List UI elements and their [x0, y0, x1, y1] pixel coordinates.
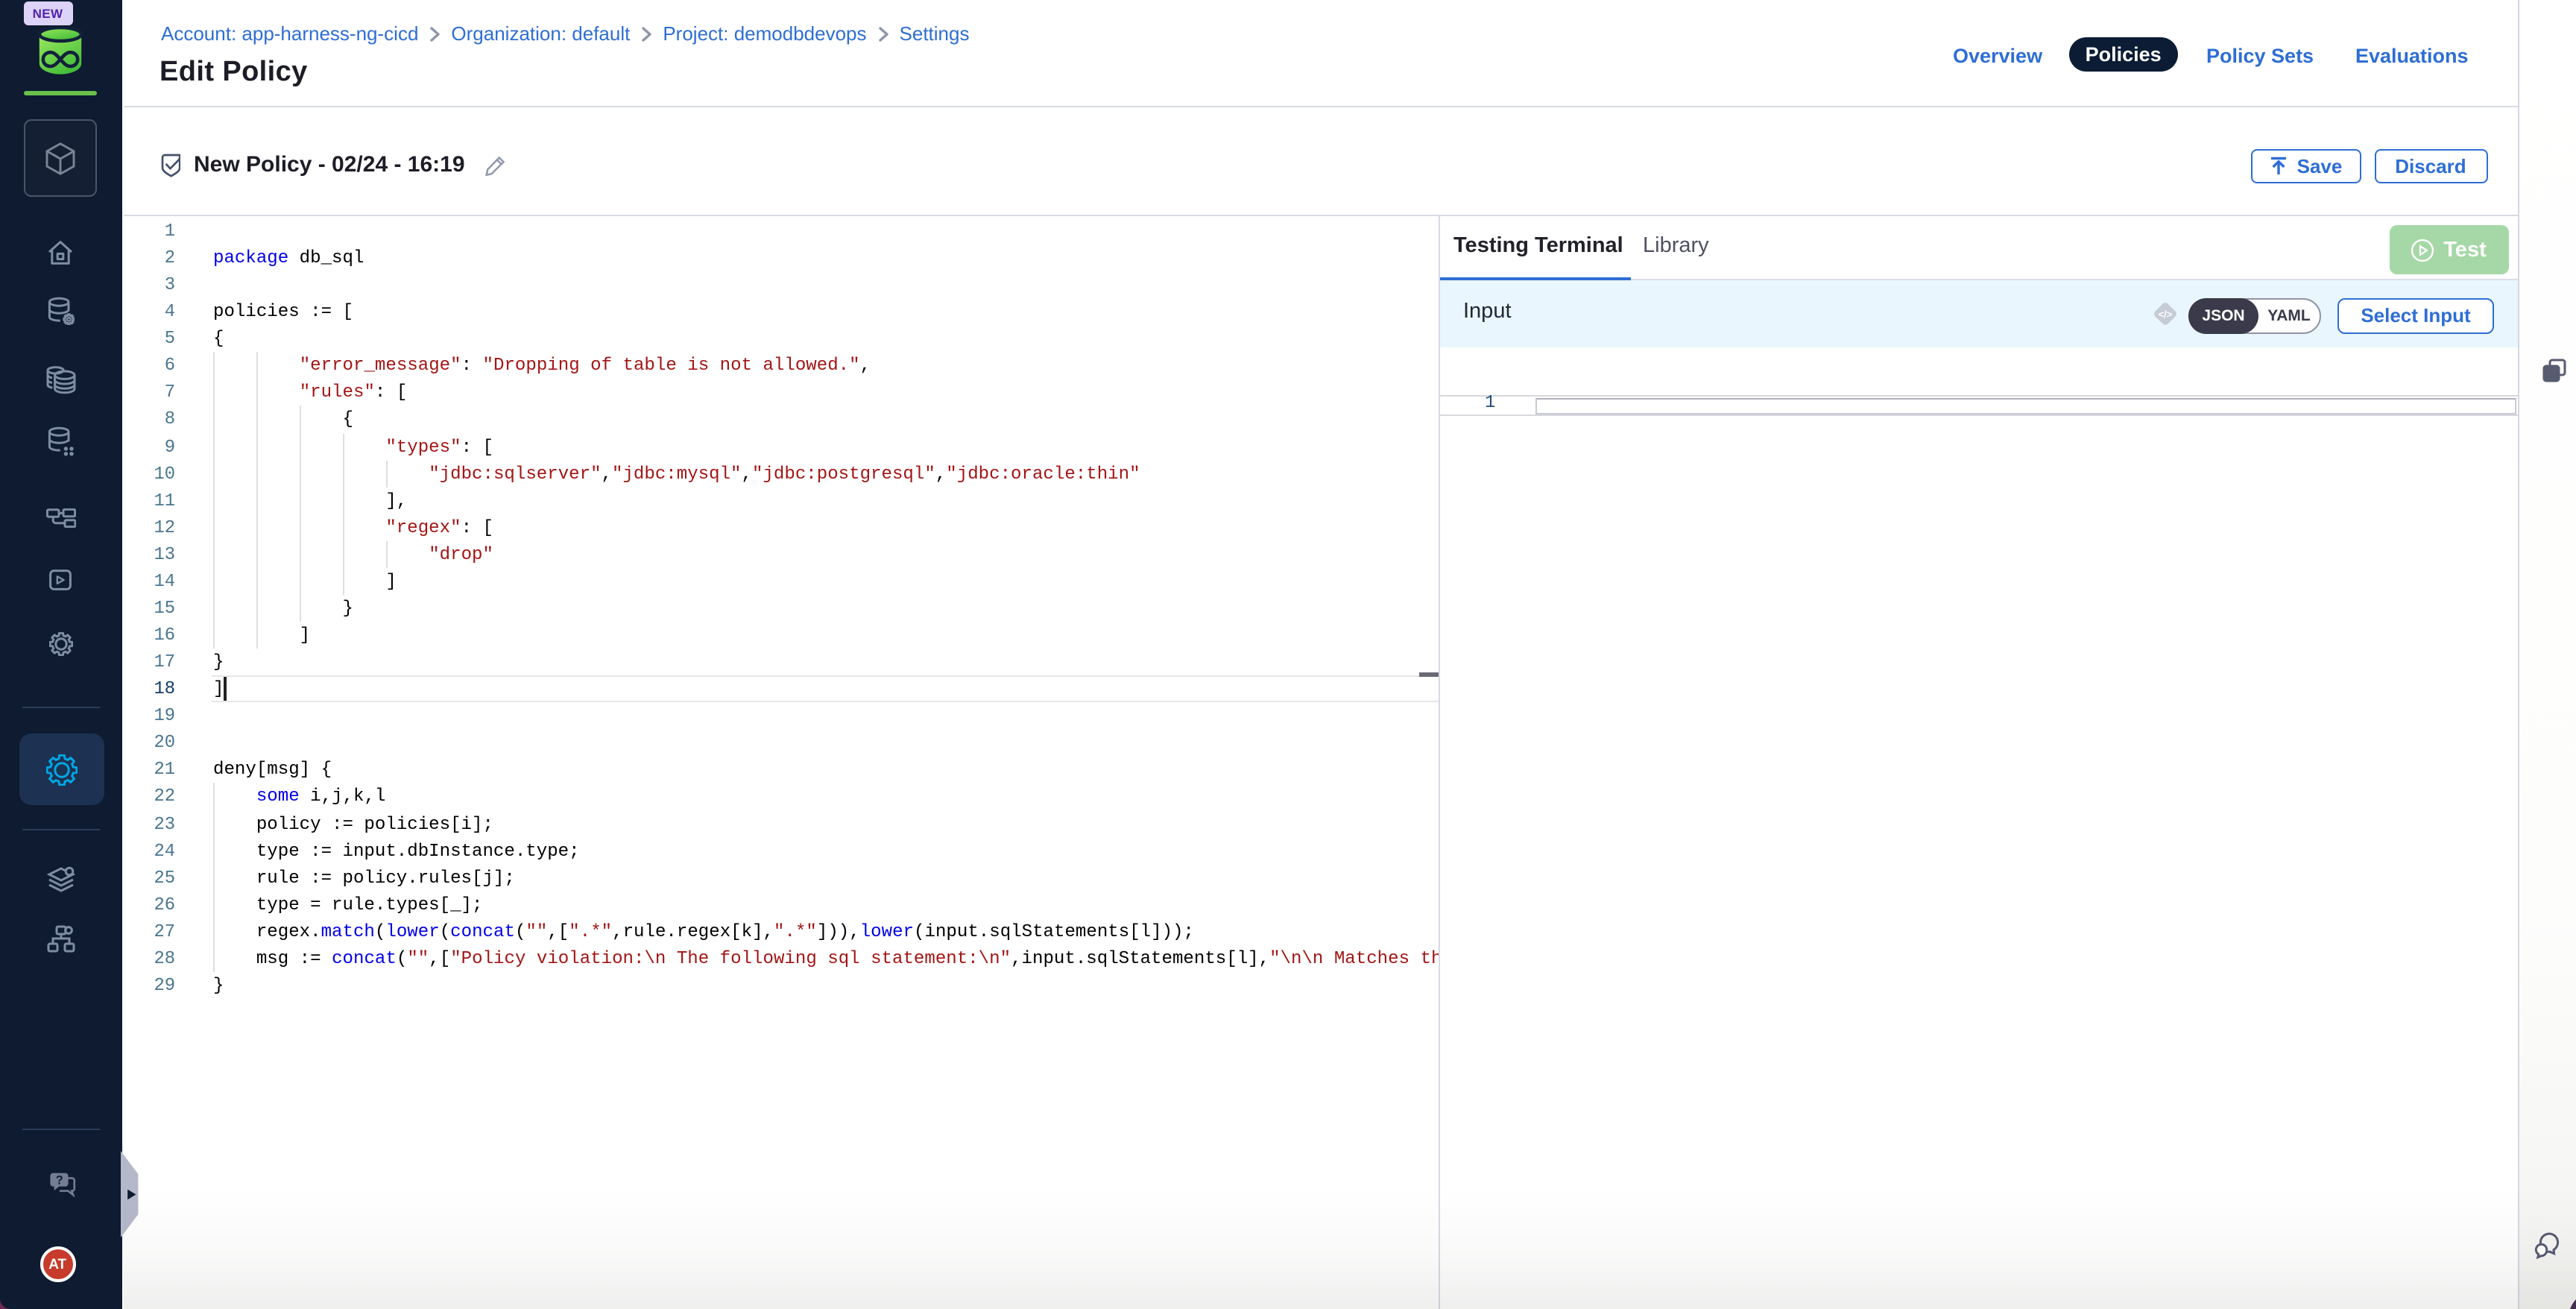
svg-text:</>: </> — [2159, 309, 2173, 320]
svg-text:?: ? — [56, 1174, 63, 1187]
